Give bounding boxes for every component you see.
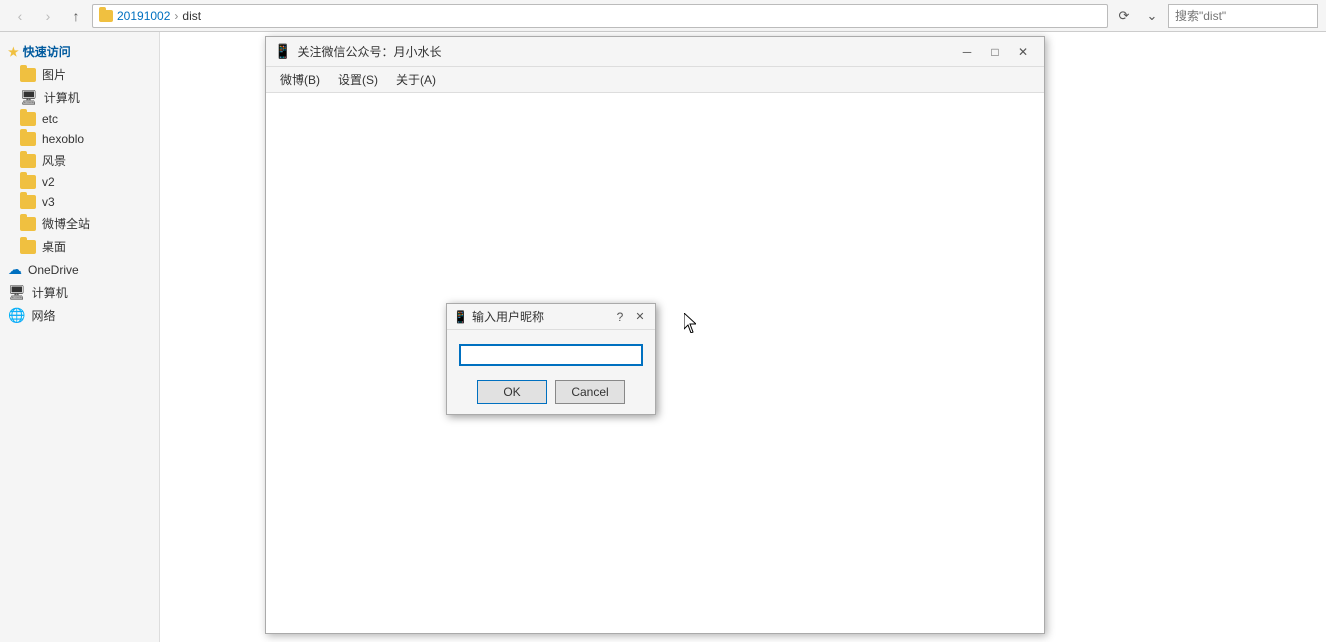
folder-icon-etc [20, 112, 36, 126]
dialog-help-button[interactable]: ? [611, 308, 629, 326]
refresh-button[interactable]: ⟳ [1112, 4, 1136, 28]
up-button[interactable]: ↑ [64, 4, 88, 28]
sidebar-item-scenery[interactable]: 风景 [0, 149, 159, 172]
app-window: 📱 关注微信公众号：月小水长 ─ □ ✕ 微博(B) 设置(S) 关于(A) 📱 [265, 36, 1045, 634]
sidebar-item-onedrive[interactable]: ☁ OneDrive [0, 258, 159, 281]
input-dialog: 📱 输入用户昵称 ? ✕ OK Cancel [446, 303, 656, 415]
sidebar-label-pictures: 图片 [42, 66, 66, 83]
sidebar-label-weibo: 微博全站 [42, 215, 90, 232]
sidebar-item-v2[interactable]: v2 [0, 172, 159, 192]
dialog-title-icon: 📱 [453, 310, 468, 324]
sidebar-label-scenery: 风景 [42, 152, 66, 169]
close-button[interactable]: ✕ [1010, 41, 1036, 63]
quick-access-label: 快速访问 [23, 43, 71, 60]
sidebar-label-etc: etc [42, 112, 58, 126]
star-icon: ★ [8, 45, 19, 59]
minimize-button[interactable]: ─ [954, 41, 980, 63]
breadcrumb-separator: › [174, 9, 178, 23]
window-content: 📱 输入用户昵称 ? ✕ OK Cancel [266, 93, 1044, 633]
folder-icon-desktop [20, 240, 36, 254]
content-pane: 📱 关注微信公众号：月小水长 ─ □ ✕ 微博(B) 设置(S) 关于(A) 📱 [160, 32, 1326, 642]
mouse-cursor [684, 313, 696, 333]
folder-icon-v2 [20, 175, 36, 189]
sidebar-item-hexoblo[interactable]: hexoblo [0, 129, 159, 149]
dialog-controls: ? ✕ [611, 308, 649, 326]
window-controls: ─ □ ✕ [954, 41, 1036, 63]
sidebar-label-this-pc: 计算机 [32, 284, 68, 301]
sidebar-label-desktop: 桌面 [42, 238, 66, 255]
sidebar-label-hexoblo: hexoblo [42, 132, 84, 146]
folder-icon-scenery [20, 154, 36, 168]
nav-bar: ‹ › ↑ 20191002 › dist ⟳ ⌄ [0, 0, 1326, 32]
folder-icon-pictures [20, 68, 36, 82]
window-menubar: 微博(B) 设置(S) 关于(A) [266, 67, 1044, 93]
sidebar-label-v3: v3 [42, 195, 55, 209]
dialog-close-button[interactable]: ✕ [631, 308, 649, 326]
computer-icon-1: 🖥 [20, 89, 38, 106]
back-button[interactable]: ‹ [8, 4, 32, 28]
cancel-button[interactable]: Cancel [555, 380, 625, 404]
sidebar-quick-access[interactable]: ★ 快速访问 [0, 40, 159, 63]
computer-icon-2: 🖥 [8, 284, 26, 301]
sidebar-item-computer[interactable]: 🖥 计算机 [0, 86, 159, 109]
username-input[interactable] [459, 344, 643, 366]
sidebar: ★ 快速访问 图片 🖥 计算机 etc hexoblo 风景 v2 [0, 32, 160, 642]
sidebar-item-desktop[interactable]: 桌面 [0, 235, 159, 258]
folder-icon-hexoblo [20, 132, 36, 146]
menu-weibo[interactable]: 微博(B) [272, 68, 328, 91]
folder-icon-v3 [20, 195, 36, 209]
sidebar-label-network: 网络 [31, 307, 55, 324]
dialog-body [447, 330, 655, 376]
sidebar-item-weibo[interactable]: 微博全站 [0, 212, 159, 235]
breadcrumb-part1[interactable]: 20191002 [117, 9, 170, 23]
ok-button[interactable]: OK [477, 380, 547, 404]
sidebar-item-this-pc[interactable]: 🖥 计算机 [0, 281, 159, 304]
menu-settings[interactable]: 设置(S) [330, 68, 386, 91]
sidebar-item-v3[interactable]: v3 [0, 192, 159, 212]
onedrive-icon: ☁ [8, 261, 22, 278]
search-input[interactable] [1168, 4, 1318, 28]
sidebar-label-onedrive: OneDrive [28, 263, 79, 277]
breadcrumb-part2: dist [182, 9, 201, 23]
dialog-titlebar: 📱 输入用户昵称 ? ✕ [447, 304, 655, 330]
folder-icon-weibo [20, 217, 36, 231]
main-area: ★ 快速访问 图片 🖥 计算机 etc hexoblo 风景 v2 [0, 32, 1326, 642]
dialog-footer: OK Cancel [447, 376, 655, 414]
breadcrumb: 20191002 › dist [92, 4, 1108, 28]
sidebar-item-network[interactable]: 🌐 网络 [0, 304, 159, 327]
sidebar-item-pictures[interactable]: 图片 [0, 63, 159, 86]
folder-icon [99, 10, 113, 22]
dialog-title-text: 输入用户昵称 [472, 308, 607, 325]
app-title-text: 关注微信公众号：月小水长 [297, 43, 948, 60]
sidebar-label-computer: 计算机 [44, 89, 80, 106]
maximize-button[interactable]: □ [982, 41, 1008, 63]
window-titlebar: 📱 关注微信公众号：月小水长 ─ □ ✕ [266, 37, 1044, 67]
network-icon: 🌐 [8, 307, 25, 324]
menu-about[interactable]: 关于(A) [388, 68, 444, 91]
forward-button[interactable]: › [36, 4, 60, 28]
expand-button[interactable]: ⌄ [1140, 4, 1164, 28]
sidebar-label-v2: v2 [42, 175, 55, 189]
app-title-icon: 📱 [274, 43, 291, 60]
sidebar-item-etc[interactable]: etc [0, 109, 159, 129]
